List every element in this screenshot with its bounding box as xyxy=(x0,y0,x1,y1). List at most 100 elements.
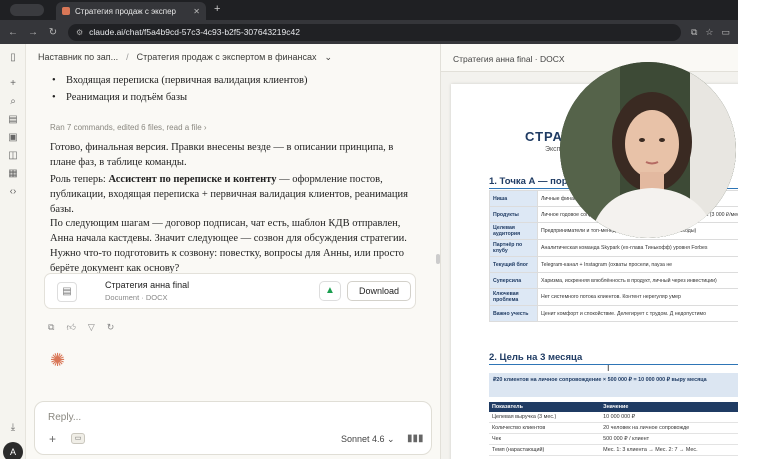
role-bold-text: Ассистент по переписке и контенту xyxy=(108,174,277,185)
breadcrumb-separator: / xyxy=(126,52,129,62)
table-key-cell: Текущий блог xyxy=(489,256,538,273)
table-key-cell: Суперсила xyxy=(489,272,538,289)
reply-input[interactable]: Reply... xyxy=(48,412,81,423)
breadcrumb: Наставник по зап... / Стратегия продаж с… xyxy=(38,52,332,63)
message-text: Роль теперь: xyxy=(50,174,109,185)
projects-icon[interactable]: ▣ xyxy=(7,132,19,144)
table-cell: Целевая выручка (3 мес.) xyxy=(489,412,601,423)
artifacts-icon[interactable]: ◫ xyxy=(7,150,19,162)
table-row: Текущий блог Telegram-канал + Instagram (… xyxy=(489,256,738,273)
forward-icon[interactable]: → xyxy=(28,27,38,38)
star-icon[interactable]: ☆ xyxy=(705,27,713,38)
goal-table: Показатель Значение Целевая выручка (3 м… xyxy=(489,402,738,456)
chats-icon[interactable]: ▤ xyxy=(7,114,19,126)
browser-tab[interactable]: Стратегия продаж с экспер ✕ xyxy=(56,2,206,20)
document-panel-title: Стратегия анна final · DOCX xyxy=(453,54,565,64)
table-row: Количество клиентов 20 человек на личное … xyxy=(489,422,738,434)
close-tab-icon[interactable]: ✕ xyxy=(193,7,200,16)
table-cell: Темп (нарастающий) xyxy=(489,444,601,456)
back-icon[interactable]: ← xyxy=(8,27,18,38)
new-tab-icon[interactable]: + xyxy=(214,3,220,15)
retry-icon[interactable]: ↻ xyxy=(107,322,115,333)
browser-tools: ⧉ ☆ ▭ xyxy=(691,27,730,38)
browser-tabbar: Стратегия продаж с экспер ✕ + xyxy=(0,0,738,20)
table-header: Значение xyxy=(600,402,738,412)
section-rule xyxy=(489,364,738,365)
document-panel-header: Стратегия анна final · DOCX xyxy=(441,44,738,72)
table-key-cell: Целевая аудитория xyxy=(489,222,538,240)
composer[interactable]: Reply... + ▭ Sonnet 4.6 ⌄ ▮▮▮ xyxy=(34,401,432,455)
chevron-down-icon[interactable]: ⌄ xyxy=(324,52,332,63)
user-avatar[interactable]: A xyxy=(3,442,23,459)
table-key-cell: Ключевая проблема xyxy=(489,288,538,306)
table-row: Темп (нарастающий) Мес. 1: 3 клиента → Ме… xyxy=(489,444,738,456)
table-key-cell: Важно учесть xyxy=(489,305,538,322)
sidebar-rail: ▯ + ⌕ ▤ ▣ ◫ ▦ ‹› ⤓ A xyxy=(0,44,26,459)
claude-favicon-icon xyxy=(62,7,70,15)
table-cell: Мес. 1: 3 клиента → Мес. 2: 7 → Мес. xyxy=(600,444,738,456)
download-button[interactable]: Download xyxy=(347,281,411,301)
site-info-icon[interactable]: ⚙ xyxy=(76,28,83,37)
table-row: Ключевая проблема Нет системного потока к… xyxy=(489,288,738,306)
cast-icon[interactable]: ▭ xyxy=(721,27,730,38)
table-cell: 500 000 ₽ / клиент xyxy=(600,433,738,445)
url-text: claude.ai/chat/f5a4b9cd-57c3-4c93-b2f5-3… xyxy=(89,27,300,37)
table-value-cell: Харизма, искренняя влюблённость в продук… xyxy=(537,272,738,289)
message-paragraph: По следующим шагам — договор подписан, ч… xyxy=(50,218,407,274)
screen: Стратегия продаж с экспер ✕ + ← → ↻ ⚙ cl… xyxy=(0,0,738,459)
table-cell: Количество клиентов xyxy=(489,422,601,434)
chat-pane: Наставник по зап... / Стратегия продаж с… xyxy=(26,44,436,459)
translate-icon[interactable]: ⧉ xyxy=(691,27,697,38)
breadcrumb-chat-title[interactable]: Стратегия продаж с экспертом в финансах xyxy=(137,52,317,63)
thumbs-down-icon[interactable]: ▽ xyxy=(88,322,95,333)
table-row: Партнёр по клубу Аналитическая команда Sk… xyxy=(489,239,738,257)
model-selector[interactable]: Sonnet 4.6 ⌄ xyxy=(341,434,395,445)
tools-icon[interactable]: ▭ xyxy=(71,433,85,444)
tab-group-pill[interactable] xyxy=(10,4,44,16)
document-icon: ▤ xyxy=(57,282,77,302)
table-value-cell: Ценит комфорт и спокойствие. Делегирует … xyxy=(537,305,738,322)
section-heading: 2. Цель на 3 месяца xyxy=(489,352,583,363)
table-cell: 10 000 000 ₽ xyxy=(600,412,738,423)
google-drive-icon[interactable]: ▲ xyxy=(319,281,341,301)
claude-spark-icon: ✺ xyxy=(50,350,66,370)
table-cell: 20 человек на личное сопровожде xyxy=(600,422,738,434)
bullet-item: Входящая переписка (первичная валидация … xyxy=(52,72,308,89)
reload-icon[interactable]: ↻ xyxy=(48,27,58,38)
file-card[interactable]: ▤ Стратегия анна final Document · DOCX ▲… xyxy=(44,273,416,309)
bullet-list: Входящая переписка (первичная валидация … xyxy=(52,72,308,106)
search-icon[interactable]: ⌕ xyxy=(7,96,19,108)
table-value-cell: Нет системного потока клиентов. Контент … xyxy=(537,288,738,306)
table-row: Целевая выручка (3 мес.) 10 000 000 ₽ xyxy=(489,412,738,423)
claude-app: ▯ + ⌕ ▤ ▣ ◫ ▦ ‹› ⤓ A Наставник по зап...… xyxy=(0,44,738,459)
table-row: Суперсила Харизма, искренняя влюблённость… xyxy=(489,272,738,289)
url-field[interactable]: ⚙ claude.ai/chat/f5a4b9cd-57c3-4c93-b2f5… xyxy=(68,23,681,41)
table-value-cell: Аналитическая команда Skypark (ex-главa … xyxy=(537,239,738,257)
code-icon[interactable]: ‹› xyxy=(7,186,19,198)
sidebar-toggle-icon[interactable]: ▯ xyxy=(7,52,19,64)
bullet-item: Реанимация и подъём базы xyxy=(52,89,308,106)
table-cell: Чек xyxy=(489,433,601,445)
presenter-video-image xyxy=(560,62,736,238)
new-chat-icon[interactable]: + xyxy=(7,78,19,90)
tab-title: Стратегия продаж с экспер xyxy=(75,6,176,16)
breadcrumb-project[interactable]: Наставник по зап... xyxy=(38,52,118,63)
add-attachment-icon[interactable]: + xyxy=(49,432,56,446)
message-paragraph: Роль теперь: Ассистент по переписке и ко… xyxy=(50,172,420,217)
address-toolbar: ← → ↻ ⚙ claude.ai/chat/f5a4b9cd-57c3-4c9… xyxy=(0,20,738,44)
table-key-cell: Продукты xyxy=(489,206,538,223)
download-app-icon[interactable]: ⤓ xyxy=(7,422,19,434)
goal-banner: ₽20 клиентов на личное сопровождение × 5… xyxy=(489,373,738,397)
thumbs-up-icon[interactable]: 👍︎ xyxy=(66,322,75,333)
voice-mode-icon[interactable]: ▮▮▮ xyxy=(407,433,424,444)
file-name: Стратегия анна final xyxy=(105,280,190,290)
table-key-cell: Ниша xyxy=(489,190,538,207)
apps-icon[interactable]: ▦ xyxy=(7,168,19,180)
table-row: Чек 500 000 ₽ / клиент xyxy=(489,433,738,445)
table-value-cell: Telegram-канал + Instagram (охваты просе… xyxy=(537,256,738,273)
webcam-overlay xyxy=(560,62,736,238)
file-meta: Document · DOCX xyxy=(105,293,168,302)
tool-run-summary[interactable]: Ran 7 commands, edited 6 files, read a f… xyxy=(50,123,207,132)
table-key-cell: Партнёр по клубу xyxy=(489,239,538,257)
copy-icon[interactable]: ⧉ xyxy=(48,322,54,333)
